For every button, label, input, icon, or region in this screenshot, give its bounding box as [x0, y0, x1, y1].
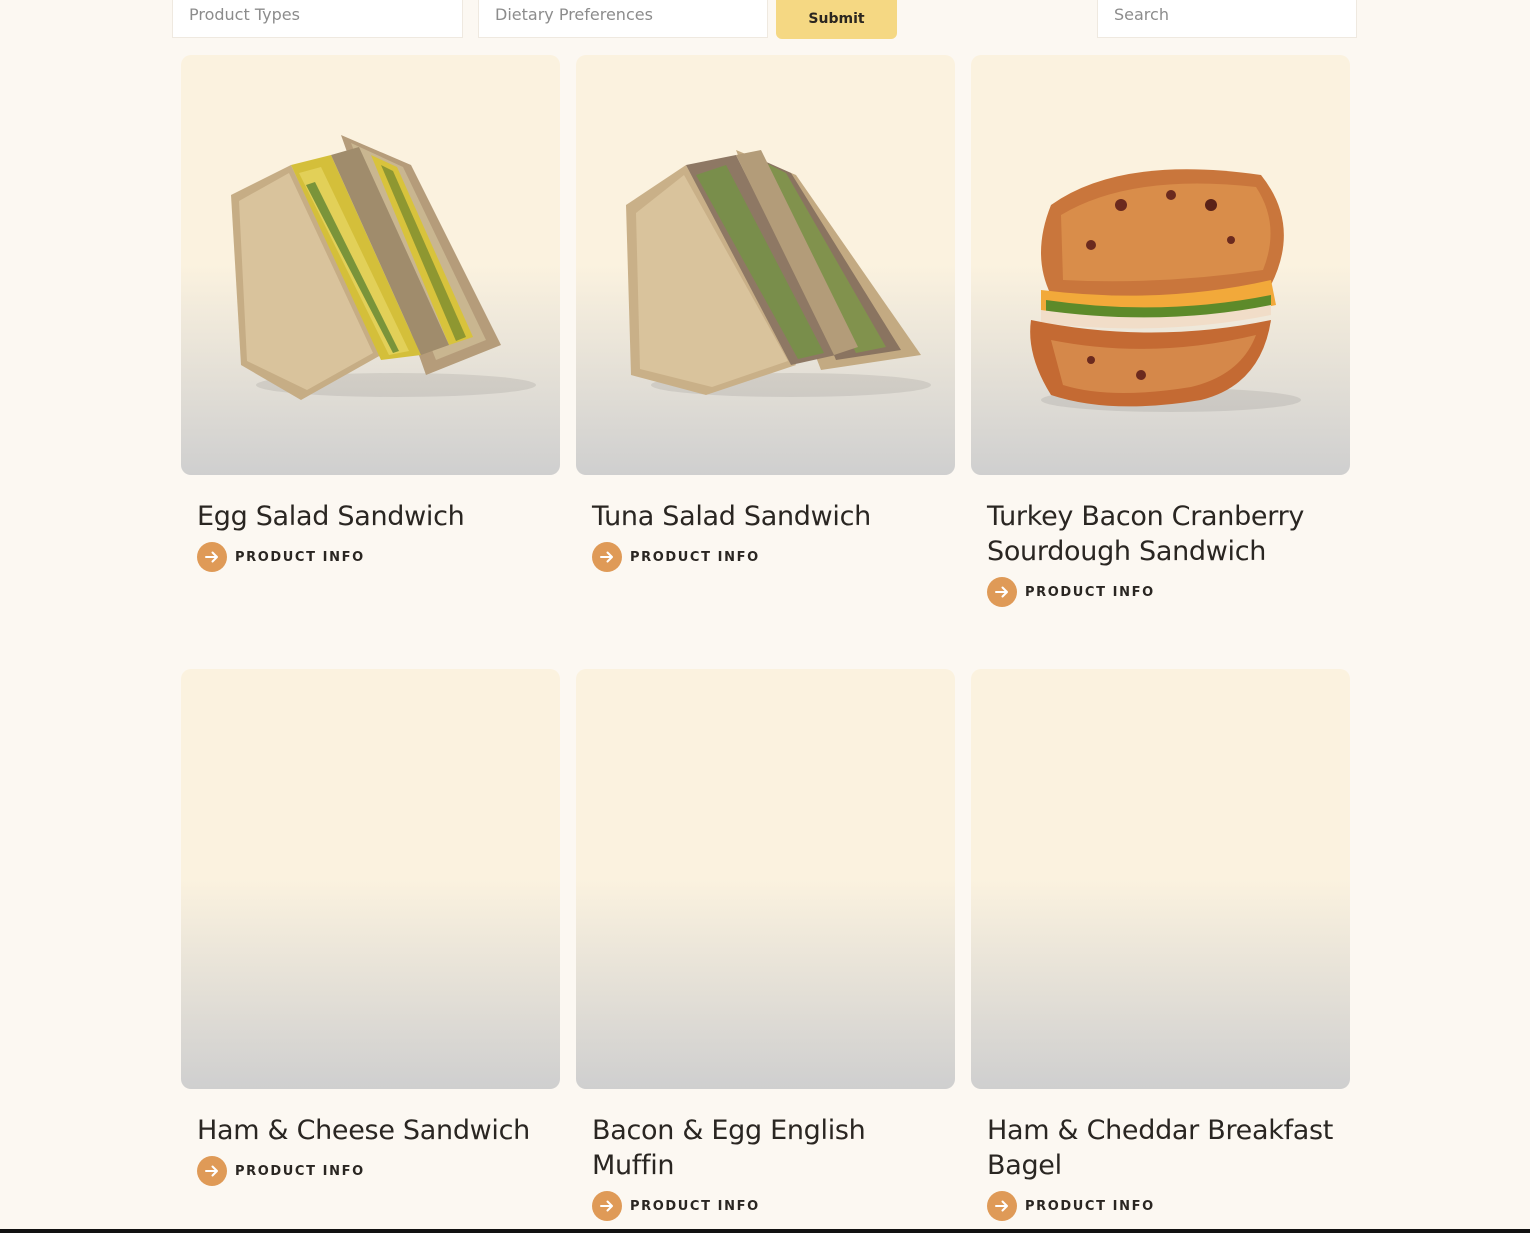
submit-button[interactable]: Submit: [776, 0, 897, 39]
bottom-divider: [0, 1229, 1530, 1233]
product-info-link[interactable]: PRODUCT INFO: [197, 1156, 544, 1186]
product-listing-page: Submit Egg Salad S: [0, 0, 1530, 1233]
product-title[interactable]: Tuna Salad Sandwich: [592, 499, 939, 534]
tuna-salad-sandwich-image: [626, 150, 931, 397]
arrow-right-icon: [592, 542, 622, 572]
product-info-link[interactable]: PRODUCT INFO: [592, 542, 939, 572]
product-image[interactable]: [971, 669, 1350, 1089]
product-grid: Egg Salad Sandwich PRODUCT INFO Tuna Sal…: [181, 55, 1350, 1233]
product-title[interactable]: Bacon & Egg English Muffin: [592, 1113, 939, 1183]
arrow-right-icon: [987, 577, 1017, 607]
grilled-sourdough-sandwich-image: [1030, 169, 1301, 412]
arrow-right-icon: [197, 1156, 227, 1186]
product-info-label: PRODUCT INFO: [1025, 1198, 1155, 1214]
product-info-link[interactable]: PRODUCT INFO: [987, 1191, 1334, 1221]
product-title[interactable]: Ham & Cheddar Breakfast Bagel: [987, 1113, 1334, 1183]
product-info-label: PRODUCT INFO: [1025, 584, 1155, 600]
product-image[interactable]: [971, 55, 1350, 475]
product-image[interactable]: [181, 55, 560, 475]
product-info-label: PRODUCT INFO: [235, 1163, 365, 1179]
product-card: Tuna Salad Sandwich PRODUCT INFO: [576, 55, 955, 669]
search-input[interactable]: [1097, 0, 1357, 38]
arrow-right-icon: [987, 1191, 1017, 1221]
product-info-label: PRODUCT INFO: [630, 1198, 760, 1214]
product-info-label: PRODUCT INFO: [235, 549, 365, 565]
dietary-preferences-select[interactable]: [478, 0, 768, 38]
product-card: Egg Salad Sandwich PRODUCT INFO: [181, 55, 560, 669]
filter-bar: Submit: [0, 0, 1530, 40]
arrow-right-icon: [592, 1191, 622, 1221]
product-types-select[interactable]: [172, 0, 463, 38]
egg-salad-sandwich-image: [231, 135, 536, 400]
product-card: Ham & Cheddar Breakfast Bagel PRODUCT IN…: [971, 669, 1350, 1233]
product-info-link[interactable]: PRODUCT INFO: [592, 1191, 939, 1221]
product-title[interactable]: Turkey Bacon Cranberry Sourdough Sandwic…: [987, 499, 1334, 569]
product-info-link[interactable]: PRODUCT INFO: [197, 542, 544, 572]
product-card: Bacon & Egg English Muffin PRODUCT INFO: [576, 669, 955, 1233]
product-title[interactable]: Ham & Cheese Sandwich: [197, 1113, 544, 1148]
product-title[interactable]: Egg Salad Sandwich: [197, 499, 544, 534]
product-image[interactable]: [576, 55, 955, 475]
product-card: Ham & Cheese Sandwich PRODUCT INFO: [181, 669, 560, 1233]
arrow-right-icon: [197, 542, 227, 572]
product-card: Turkey Bacon Cranberry Sourdough Sandwic…: [971, 55, 1350, 669]
product-info-link[interactable]: PRODUCT INFO: [987, 577, 1334, 607]
product-image[interactable]: [181, 669, 560, 1089]
product-info-label: PRODUCT INFO: [630, 549, 760, 565]
product-image[interactable]: [576, 669, 955, 1089]
